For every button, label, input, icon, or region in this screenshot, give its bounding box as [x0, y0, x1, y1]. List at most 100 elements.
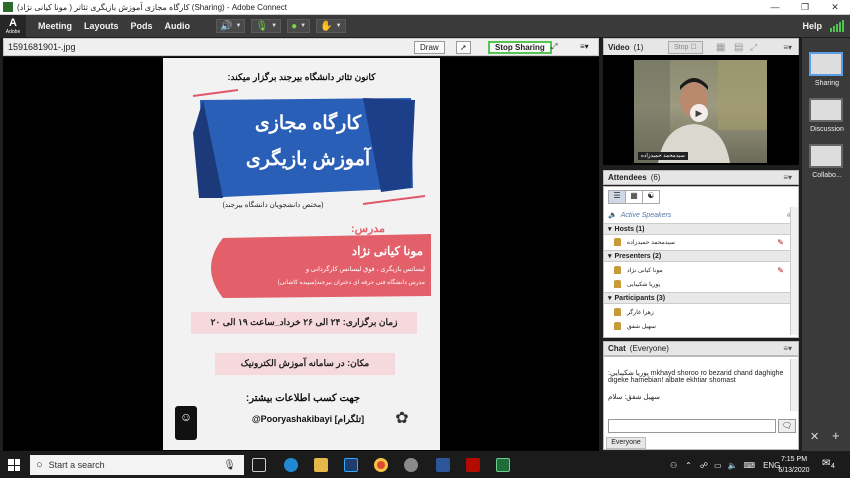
draw-button[interactable]: Draw — [414, 41, 445, 54]
layout-collaboration[interactable] — [809, 144, 843, 168]
chrome-browser-icon[interactable] — [374, 458, 388, 472]
chevron-down-icon[interactable]: ▾ — [608, 252, 612, 260]
clock[interactable]: 7:15 PM 6/13/2020 — [774, 454, 814, 476]
chevron-down-icon[interactable]: ▾ — [608, 225, 612, 233]
speaker-toggle[interactable]: 🔊 ▼ — [216, 19, 246, 33]
layout-discussion[interactable] — [809, 98, 843, 122]
filmstrip-icon[interactable]: ▤ — [734, 42, 743, 53]
photoshop-icon[interactable] — [344, 458, 358, 472]
poster-teacher-desc-2: مدرس دانشگاه فنی حرفه ای دختران بیرجند(س… — [277, 280, 425, 286]
maximize-icon[interactable]: ❐ — [790, 0, 820, 15]
microphone-toggle[interactable]: 🎙 ▼ — [251, 19, 282, 33]
menu-pods[interactable]: Pods — [131, 21, 153, 31]
attendee-row[interactable]: پوریا شکیبایی — [604, 278, 790, 290]
presenters-section[interactable]: ▾ Presenters (2) — [604, 250, 790, 262]
chevron-down-icon[interactable]: ▾ — [608, 294, 612, 302]
pod-menu-icon[interactable]: ≡▾ — [783, 173, 792, 182]
chat-pod-header: Chat (Everyone) ≡▾ — [603, 341, 799, 356]
raise-hand-toggle[interactable]: ✋ ▼ — [316, 19, 346, 33]
grid-view-icon[interactable]: ▦ — [716, 42, 725, 53]
attendees-scrollbar[interactable] — [790, 207, 798, 335]
hand-icon: ✋ — [320, 20, 333, 32]
stop-sharing-button[interactable]: Stop Sharing — [488, 41, 552, 54]
chevron-down-icon[interactable]: ▼ — [271, 23, 277, 29]
person-icon — [614, 322, 621, 330]
window-title: کارگاه مجازی آموزش بازیگری تئاتر ( مونا … — [17, 2, 287, 12]
system-tray: ⚇ ⌃ ☍ ▭ 🔈 ⌨ ENG — [670, 452, 786, 478]
menu-help[interactable]: Help — [802, 21, 822, 31]
taskbar-search-box[interactable]: ○ Start a search 🎙 — [30, 455, 244, 475]
layouts-bar: Sharing Discussion Collabo... ✕ + — [802, 38, 850, 451]
adobe-connect-taskbar-icon[interactable] — [496, 458, 510, 472]
notification-count: 4 — [831, 463, 835, 470]
chat-tab-everyone[interactable]: Everyone — [606, 437, 646, 449]
menu-layouts[interactable]: Layouts — [84, 21, 119, 31]
video-pod-header: Video (1) Stop ☐ ▦ ▤ ⤢ ≡▾ — [603, 38, 799, 56]
pod-menu-icon[interactable]: ≡▾ — [580, 41, 589, 54]
fullscreen-icon[interactable]: ⤢ — [551, 41, 557, 54]
pod-menu-icon[interactable]: ≡▾ — [783, 344, 792, 353]
chevron-up-icon[interactable]: ⌃ — [685, 461, 692, 470]
webcam-feed: ▶ سیدمحمد حمیدزاده — [634, 60, 767, 163]
participants-section[interactable]: ▾ Participants (3) — [604, 292, 790, 304]
attendee-row[interactable]: سیدمحمد حمیدزاده ✎ — [604, 236, 790, 248]
volume-icon[interactable]: 🔈 — [728, 461, 738, 470]
pointer-button[interactable]: ➚ — [456, 41, 471, 54]
chat-input[interactable] — [608, 419, 776, 433]
pencil-icon: ✎ — [777, 237, 784, 247]
status-view-icon[interactable]: ☯ — [642, 191, 659, 203]
attendee-row[interactable]: مونا کیانی نژاد ✎ — [604, 264, 790, 276]
pod-menu-icon[interactable]: ≡▾ — [783, 43, 792, 52]
battery-icon[interactable]: ▭ — [714, 461, 722, 470]
keyboard-icon[interactable]: ⌨ — [744, 461, 756, 470]
share-pod-header: 1591681901-.jpg Draw ➚ Stop Sharing ⤢ ≡▾ — [3, 38, 599, 56]
menu-audio[interactable]: Audio — [165, 21, 191, 31]
poster-teacher-label: مدرس: — [350, 223, 386, 235]
layout-sharing[interactable] — [809, 52, 843, 76]
chat-audience: (Everyone) — [629, 344, 669, 353]
people-icon[interactable]: ⚇ — [670, 461, 677, 470]
chat-scrollbar[interactable] — [790, 359, 798, 411]
theater-mask-icon: ☺ — [179, 410, 193, 424]
notifications-icon[interactable]: ✉ 4 — [822, 458, 838, 472]
windows-start-icon[interactable] — [8, 459, 20, 471]
chevron-down-icon[interactable]: ▼ — [336, 23, 342, 29]
play-icon[interactable]: ▶ — [690, 104, 708, 122]
file-explorer-icon[interactable] — [314, 458, 328, 472]
edge-browser-icon[interactable] — [284, 458, 298, 472]
poster-telegram: [تلگرام] — [334, 414, 365, 424]
webcam-caption: سیدمحمد حمیدزاده — [638, 152, 688, 160]
add-layout-icon[interactable]: + — [832, 428, 840, 443]
media-player-icon[interactable] — [404, 458, 418, 472]
breakout-icon[interactable]: ▦ — [625, 191, 642, 203]
list-view-icon[interactable]: ☰ — [609, 191, 625, 203]
chat-message: سهیل شفق: سلام — [608, 394, 660, 401]
chat-pod-content: پوریا شکیبایی: mkhayd shoroo ro bezarid … — [603, 356, 799, 450]
video-stop-button[interactable]: Stop ☐ — [668, 41, 703, 54]
poster-schedule: زمان برگزاری: ۲۴ الی ۲۶ خرداد_ساعت ۱۹ ال… — [210, 317, 398, 327]
minimize-icon[interactable]: — — [760, 0, 790, 15]
attendee-row[interactable]: زهرا غارگر — [604, 306, 790, 318]
attendee-row[interactable]: سهیل شفق — [604, 320, 790, 332]
chevron-down-icon[interactable]: ▼ — [236, 23, 242, 29]
close-icon[interactable]: ✕ — [820, 0, 850, 15]
microphone-icon[interactable]: 🎙 — [223, 460, 236, 471]
speaker-icon: 🔈 — [608, 212, 617, 219]
fullscreen-icon[interactable]: ⤢ — [750, 42, 757, 53]
person-icon — [614, 280, 621, 288]
chevron-down-icon[interactable]: ▼ — [300, 23, 306, 29]
send-message-icon[interactable]: 🗨 — [778, 419, 796, 433]
clock-time: 7:15 PM — [780, 456, 808, 463]
word-icon[interactable] — [436, 458, 450, 472]
chat-pod-title: Chat — [608, 344, 626, 353]
collapse-icon[interactable]: ✕ — [810, 430, 819, 443]
shared-file-name: 1591681901-.jpg — [8, 42, 76, 52]
speaker-icon: 🔊 — [220, 20, 233, 32]
webcam-toggle[interactable]: ● ▼ — [287, 19, 311, 33]
poster-place: مکان: در سامانه آموزش الکترونیک — [240, 358, 370, 368]
task-view-icon[interactable] — [252, 458, 266, 472]
menu-meeting[interactable]: Meeting — [38, 21, 72, 31]
network-icon[interactable]: ☍ — [700, 461, 708, 470]
acrobat-icon[interactable] — [466, 458, 480, 472]
hosts-section[interactable]: ▾ Hosts (1) — [604, 223, 790, 235]
